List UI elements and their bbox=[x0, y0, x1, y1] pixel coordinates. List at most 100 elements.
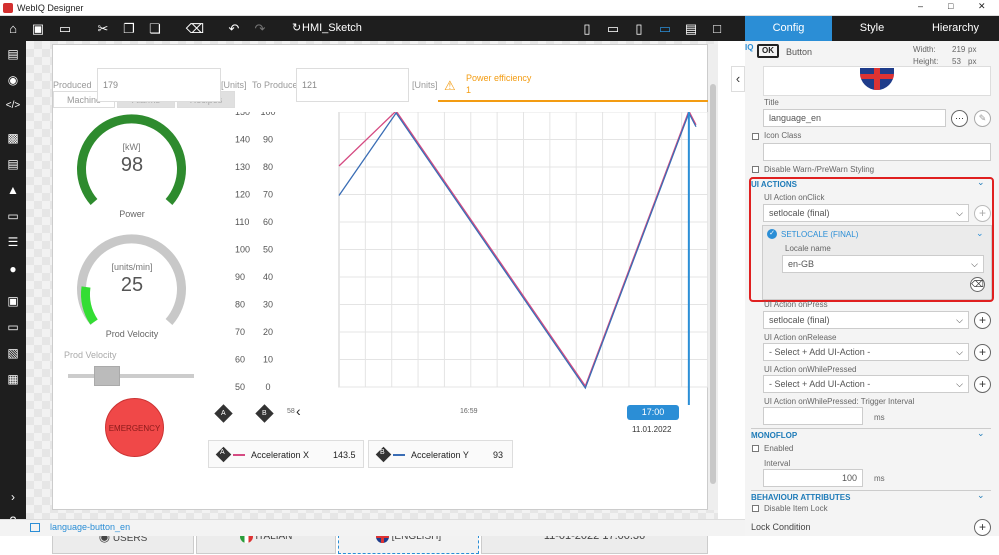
y-tick-b: 80 bbox=[263, 162, 273, 172]
icon-class-checkbox[interactable] bbox=[752, 133, 759, 140]
onrelease-dropdown-icon: ⌵ bbox=[956, 347, 963, 357]
home-icon[interactable]: ⌂ bbox=[3, 20, 23, 37]
tab-hierarchy[interactable]: Hierarchy bbox=[912, 16, 999, 41]
preview-icon[interactable]: ▭ bbox=[55, 20, 75, 37]
y-tick-b: 30 bbox=[263, 300, 273, 310]
legend-value-b: 93 bbox=[493, 450, 504, 460]
delete-icon[interactable]: ⌫ bbox=[185, 20, 205, 37]
device-phone-icon[interactable]: ▯ bbox=[577, 20, 597, 37]
icon-class-input[interactable] bbox=[763, 143, 991, 161]
onrelease-select[interactable]: - Select + Add UI-Action - ⌵ bbox=[763, 343, 969, 361]
code-icon[interactable]: </> bbox=[5, 98, 21, 114]
monitor-icon[interactable]: ▭ bbox=[5, 319, 21, 335]
width-unit: px bbox=[968, 45, 977, 54]
trend-icon[interactable]: ▤ bbox=[5, 156, 21, 172]
chevron-left-icon[interactable]: ‹ bbox=[296, 403, 301, 419]
canvas-scrollbar[interactable] bbox=[708, 44, 718, 510]
y-tick-b: 70 bbox=[263, 190, 273, 200]
alarm-icon[interactable]: ▲ bbox=[5, 182, 21, 198]
maximize-icon[interactable]: □ bbox=[948, 1, 953, 11]
minimize-icon[interactable]: – bbox=[918, 1, 923, 11]
recipe-icon[interactable]: ▭ bbox=[5, 208, 21, 224]
highlight-box bbox=[749, 177, 994, 302]
save-icon[interactable]: ▣ bbox=[28, 20, 48, 37]
onwhile-label: UI Action onWhilePressed bbox=[764, 365, 857, 374]
cut-icon[interactable]: ✂ bbox=[93, 20, 113, 37]
close-icon[interactable]: ✕ bbox=[978, 1, 986, 12]
velocity-label: Prod Velocity bbox=[105, 329, 159, 339]
layout-icon[interactable]: ▤ bbox=[5, 46, 21, 62]
behaviour-chevron-icon[interactable]: ⌄ bbox=[977, 490, 985, 501]
copy-icon[interactable]: ❐ bbox=[119, 20, 139, 37]
panel-collapse-icon[interactable]: ‹ bbox=[731, 66, 745, 92]
undo-icon[interactable]: ↶ bbox=[224, 20, 244, 37]
device-laptop-icon[interactable]: ▤ bbox=[681, 20, 701, 37]
refresh-icon[interactable]: ↻ bbox=[292, 21, 301, 34]
power-efficiency-alert[interactable]: ⚠ Power efficiency 1 bbox=[438, 68, 708, 102]
power-label: Power bbox=[119, 209, 145, 219]
app-logo-icon bbox=[3, 3, 13, 13]
legend-item-acceleration-y[interactable]: B Acceleration Y 93 bbox=[368, 440, 513, 468]
y-tick-a: 100 bbox=[235, 245, 250, 255]
more-options-icon[interactable]: ⋯ bbox=[951, 110, 968, 127]
to-produce-label: To Produce bbox=[252, 80, 298, 90]
legend-name-a: Acceleration X bbox=[251, 450, 310, 460]
y-tick-a: 90 bbox=[235, 272, 245, 282]
selected-element-path[interactable]: language-button_en bbox=[50, 522, 130, 532]
hmi-content: Produced 179 [Units] To Produce 121 [Uni… bbox=[52, 44, 709, 554]
velocity-unit: [units/min] bbox=[111, 262, 153, 272]
trigger-interval-input[interactable] bbox=[763, 407, 863, 425]
add-onrelease-icon[interactable]: + bbox=[974, 344, 991, 361]
user-icon[interactable]: ● bbox=[5, 261, 21, 277]
device-phone-landscape-icon[interactable]: ▭ bbox=[603, 20, 623, 37]
device-tablet-icon[interactable]: ▯ bbox=[629, 20, 649, 37]
redo-icon[interactable]: ↷ bbox=[250, 20, 270, 37]
velocity-slider-thumb[interactable] bbox=[94, 366, 120, 386]
device-tablet-landscape-icon[interactable]: ▭ bbox=[655, 20, 675, 37]
grid-icon[interactable]: ▦ bbox=[5, 371, 21, 387]
disable-lock-checkbox[interactable] bbox=[752, 505, 759, 512]
y-tick-a: 110 bbox=[235, 217, 249, 227]
behaviour-section[interactable]: BEHAVIOUR ATTRIBUTES bbox=[751, 490, 991, 502]
list-icon[interactable]: ☰ bbox=[5, 234, 21, 250]
power-unit: [kW] bbox=[122, 142, 141, 152]
disable-warn-label: Disable Warn-/PreWarn Styling bbox=[764, 165, 875, 174]
emergency-button[interactable]: EMERGENCY bbox=[105, 398, 164, 457]
expand-icon[interactable]: › bbox=[5, 489, 21, 505]
export-icon[interactable]: ▧ bbox=[5, 345, 21, 361]
legend-value-a: 143.5 bbox=[333, 450, 356, 460]
interval-input[interactable]: 100 bbox=[763, 469, 863, 487]
device-desktop-icon[interactable]: □ bbox=[707, 20, 727, 37]
y-tick-a: 140 bbox=[235, 135, 250, 145]
velocity-slider-track[interactable] bbox=[68, 374, 194, 378]
package-icon[interactable]: ▣ bbox=[5, 293, 21, 309]
add-onwhile-icon[interactable]: + bbox=[974, 376, 991, 393]
widgets-icon[interactable]: ▩ bbox=[5, 130, 21, 146]
monoflop-section[interactable]: MONOFLOP bbox=[751, 428, 991, 440]
disable-warn-checkbox[interactable] bbox=[752, 166, 759, 173]
globe-icon[interactable]: ◉ bbox=[5, 72, 21, 88]
onpress-value: setlocale (final) bbox=[769, 315, 830, 325]
title-input[interactable]: language_en bbox=[763, 109, 946, 127]
nav-time-label: 16:59 bbox=[460, 408, 478, 415]
onpress-label: UI Action onPress bbox=[764, 300, 828, 309]
edit-icon[interactable]: ✎ bbox=[974, 110, 991, 127]
cursor-time-badge[interactable]: 17:00 bbox=[627, 405, 679, 420]
tab-style[interactable]: Style bbox=[832, 16, 912, 41]
legend-item-acceleration-x[interactable]: A Acceleration X 143.5 bbox=[208, 440, 364, 468]
ok-button-icon: OK bbox=[757, 44, 779, 58]
icon-preview bbox=[763, 66, 991, 96]
onwhile-select[interactable]: - Select + Add UI-Action - ⌵ bbox=[763, 375, 969, 393]
add-onpress-icon[interactable]: + bbox=[974, 312, 991, 329]
add-lock-condition-icon[interactable]: + bbox=[974, 519, 991, 536]
onpress-dropdown-icon: ⌵ bbox=[956, 315, 963, 325]
width-value: 219 bbox=[952, 45, 966, 54]
monoflop-chevron-icon[interactable]: ⌄ bbox=[977, 428, 985, 439]
enabled-checkbox[interactable] bbox=[752, 445, 759, 452]
tab-config[interactable]: Config bbox=[745, 16, 832, 41]
paste-icon[interactable]: ❏ bbox=[145, 20, 165, 37]
onpress-select[interactable]: setlocale (final) ⌵ bbox=[763, 311, 969, 329]
power-value: 98 bbox=[120, 154, 144, 176]
element-type: Button bbox=[786, 47, 813, 57]
y-tick-b: 10 bbox=[263, 355, 273, 365]
